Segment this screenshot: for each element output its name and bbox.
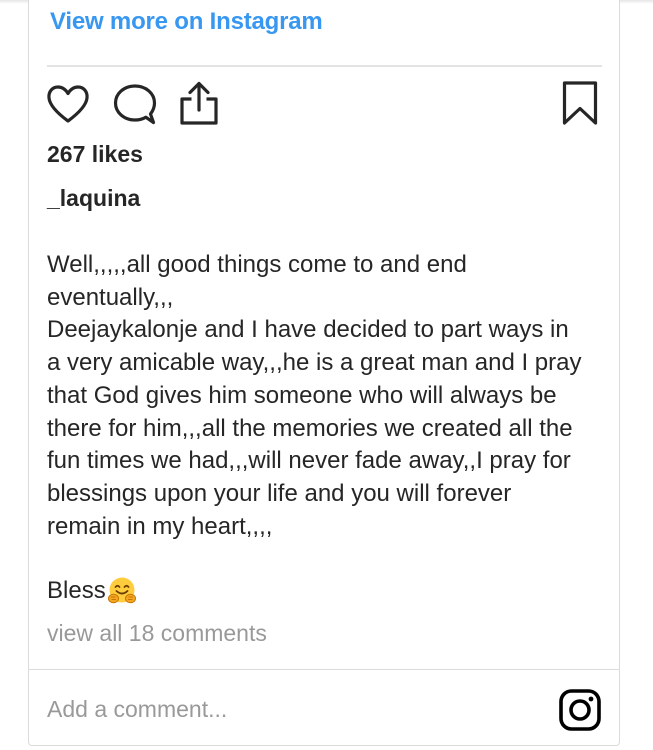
caption-line: eventually,,, — [47, 283, 174, 311]
divider — [47, 65, 602, 67]
closing-text: Bless — [47, 577, 106, 604]
bookmark-icon[interactable] — [560, 80, 600, 126]
add-comment-input[interactable]: Add a comment... — [47, 696, 227, 723]
heart-icon[interactable] — [46, 84, 90, 124]
caption-line: Deejaykalonje and I have decided to part… — [47, 316, 569, 344]
caption-line: fun times we had,,,will never fade away,… — [47, 447, 571, 475]
caption-line: that God gives him someone who will alwa… — [47, 381, 557, 409]
caption-line: blessings upon your life and you will fo… — [47, 479, 512, 507]
divider — [28, 669, 620, 670]
likes-count[interactable]: 267 likes — [47, 141, 143, 168]
caption-line: Well,,,,,all good things come to and end — [47, 251, 467, 278]
share-icon[interactable] — [179, 80, 219, 126]
caption-line: remain in my heart,,,, — [47, 512, 273, 540]
caption-closing: Bless — [47, 576, 137, 606]
hugging-face-emoji — [107, 577, 136, 604]
caption-line: a very amicable way,,,he is a great man … — [47, 349, 582, 377]
instagram-logo-icon[interactable] — [558, 688, 602, 732]
caption-line: there for him,,,all the memories we crea… — [47, 414, 573, 442]
post-username[interactable]: _laquina — [47, 185, 140, 212]
view-more-on-instagram-link[interactable]: View more on Instagram — [50, 8, 323, 36]
comment-icon[interactable] — [113, 83, 157, 125]
post-caption: Well,,,,,all good things come to and end… — [47, 249, 607, 543]
view-all-comments-link[interactable]: view all 18 comments — [47, 620, 267, 647]
